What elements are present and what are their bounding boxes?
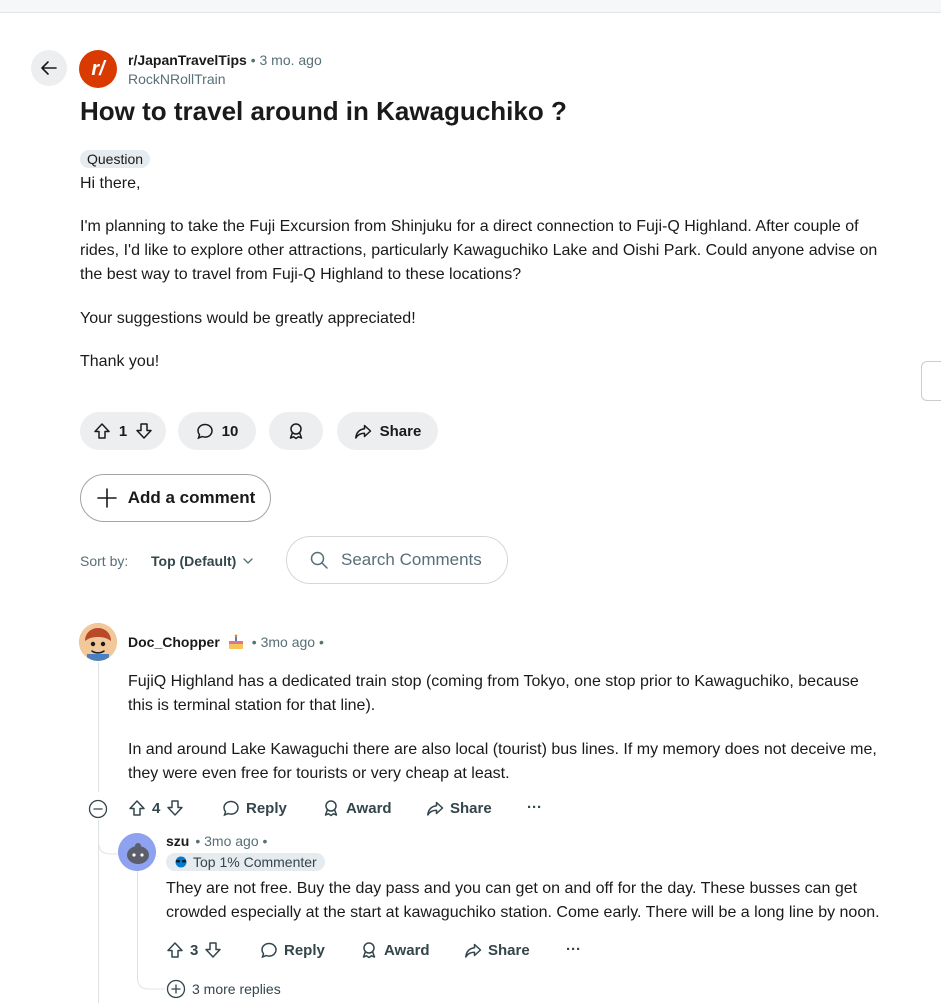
- sunglasses-icon: [175, 856, 187, 868]
- comment-count: 10: [221, 422, 239, 440]
- commenter-flair: Top 1% Commenter: [166, 853, 325, 871]
- share-label: Share: [379, 422, 422, 440]
- search-comments-input[interactable]: [339, 549, 493, 571]
- share-icon: [354, 424, 371, 439]
- thread-line[interactable]: [98, 662, 99, 792]
- post-body-signoff: Thank you!: [80, 353, 160, 370]
- reply-button[interactable]: Reply: [222, 799, 287, 817]
- post-meta: r/JapanTravelTips • 3 mo. ago: [128, 52, 322, 69]
- post-body-line: Your suggestions would be greatly apprec…: [80, 310, 416, 327]
- comment-text: this is terminal station for that line).: [128, 697, 376, 714]
- arrow-left-icon: [41, 61, 57, 75]
- reply-label: Reply: [246, 799, 287, 817]
- reply-label: Reply: [284, 941, 325, 959]
- comment-vote-count: 3: [190, 941, 199, 959]
- ellipsis-icon: ···: [527, 799, 542, 816]
- plus-circle-icon: [166, 979, 186, 999]
- commenter-flair-label: Top 1% Commenter: [193, 854, 317, 870]
- cake-icon: [228, 634, 243, 649]
- comment-text: They are not free. Buy the day pass and …: [166, 880, 858, 897]
- post-body-greeting: Hi there,: [80, 175, 141, 192]
- comment-text: In and around Lake Kawaguchi there are a…: [128, 741, 877, 758]
- comment-author[interactable]: szu: [166, 833, 189, 849]
- sort-value: Top (Default): [151, 553, 237, 569]
- award-icon: [362, 942, 376, 959]
- comment-bubble-icon: [196, 423, 213, 440]
- add-comment-button[interactable]: Add a comment: [80, 474, 271, 522]
- comment-time: • 3mo ago •: [251, 634, 324, 650]
- downvote-icon[interactable]: [166, 799, 184, 817]
- comment-vote-count: 4: [152, 799, 161, 817]
- ellipsis-icon: ···: [566, 941, 581, 958]
- comments-button[interactable]: 10: [178, 412, 256, 450]
- comment-text: crowded especially at the start at kawag…: [166, 904, 880, 921]
- comment-vote-bar: 4: [128, 799, 184, 817]
- upvote-icon[interactable]: [166, 941, 184, 959]
- more-replies-button[interactable]: 3 more replies: [166, 979, 281, 999]
- more-options-button[interactable]: ···: [527, 799, 542, 816]
- back-button[interactable]: [31, 50, 67, 86]
- top-bar: [0, 0, 941, 13]
- award-button[interactable]: [269, 412, 323, 450]
- post-author[interactable]: RockNRollTrain: [128, 71, 226, 87]
- search-comments-box[interactable]: [286, 536, 508, 584]
- comment-header: Doc_Chopper • 3mo ago •: [128, 634, 324, 650]
- share-label: Share: [488, 941, 530, 959]
- post-body-line: rides, I'd like to explore other attract…: [80, 242, 878, 259]
- sort-label: Sort by:: [80, 553, 129, 569]
- side-panel-toggle[interactable]: [921, 361, 941, 401]
- award-button[interactable]: Award: [322, 799, 392, 817]
- post-vote-bar: 1: [80, 412, 166, 450]
- post-flair[interactable]: Question: [80, 150, 151, 168]
- collapse-thread-icon[interactable]: [88, 799, 108, 819]
- share-button[interactable]: Share: [337, 412, 438, 450]
- award-button[interactable]: Award: [360, 941, 430, 959]
- post-body-line: the best way to travel from Fuji-Q Highl…: [80, 266, 522, 283]
- more-replies-label: 3 more replies: [192, 981, 281, 997]
- more-replies-connector: [137, 960, 165, 990]
- avatar[interactable]: [118, 833, 156, 871]
- award-icon: [289, 423, 303, 440]
- comment-bubble-icon: [223, 800, 239, 817]
- share-button[interactable]: Share: [464, 941, 530, 959]
- comment-text: they were even free for tourists or very…: [128, 765, 510, 782]
- more-options-button[interactable]: ···: [566, 941, 581, 958]
- search-icon: [310, 551, 328, 569]
- reply-button[interactable]: Reply: [260, 941, 325, 959]
- post-vote-count: 1: [118, 422, 128, 440]
- plus-icon: [96, 488, 117, 508]
- sort-dropdown[interactable]: Top (Default): [151, 553, 254, 569]
- downvote-icon[interactable]: [135, 422, 153, 440]
- chevron-down-icon: [243, 558, 253, 564]
- comment-bubble-icon: [261, 942, 277, 959]
- award-label: Award: [384, 941, 430, 959]
- share-button[interactable]: Share: [426, 799, 492, 817]
- comment-vote-bar: 3: [166, 941, 222, 959]
- subreddit-avatar[interactable]: r/: [79, 50, 117, 88]
- comment-header: szu • 3mo ago •: [166, 833, 267, 849]
- default-avatar-icon: [118, 833, 156, 871]
- award-icon: [324, 800, 338, 817]
- award-label: Award: [346, 799, 392, 817]
- avatar[interactable]: [79, 623, 117, 661]
- downvote-icon[interactable]: [204, 941, 222, 959]
- post-title: How to travel around in Kawaguchiko ?: [80, 96, 567, 126]
- post-body-line: I'm planning to take the Fuji Excursion …: [80, 218, 859, 235]
- share-icon: [427, 801, 444, 816]
- upvote-icon[interactable]: [93, 422, 111, 440]
- post-time: • 3 mo. ago: [250, 52, 322, 68]
- share-icon: [465, 943, 482, 958]
- comment-author[interactable]: Doc_Chopper: [128, 634, 220, 650]
- comment-time: • 3mo ago •: [195, 833, 268, 849]
- subreddit-link[interactable]: r/JapanTravelTips: [128, 52, 247, 68]
- upvote-icon[interactable]: [128, 799, 146, 817]
- share-label: Share: [450, 799, 492, 817]
- add-comment-label: Add a comment: [127, 488, 256, 507]
- comment-text: FujiQ Highland has a dedicated train sto…: [128, 673, 859, 690]
- user-avatar-icon: [79, 623, 117, 661]
